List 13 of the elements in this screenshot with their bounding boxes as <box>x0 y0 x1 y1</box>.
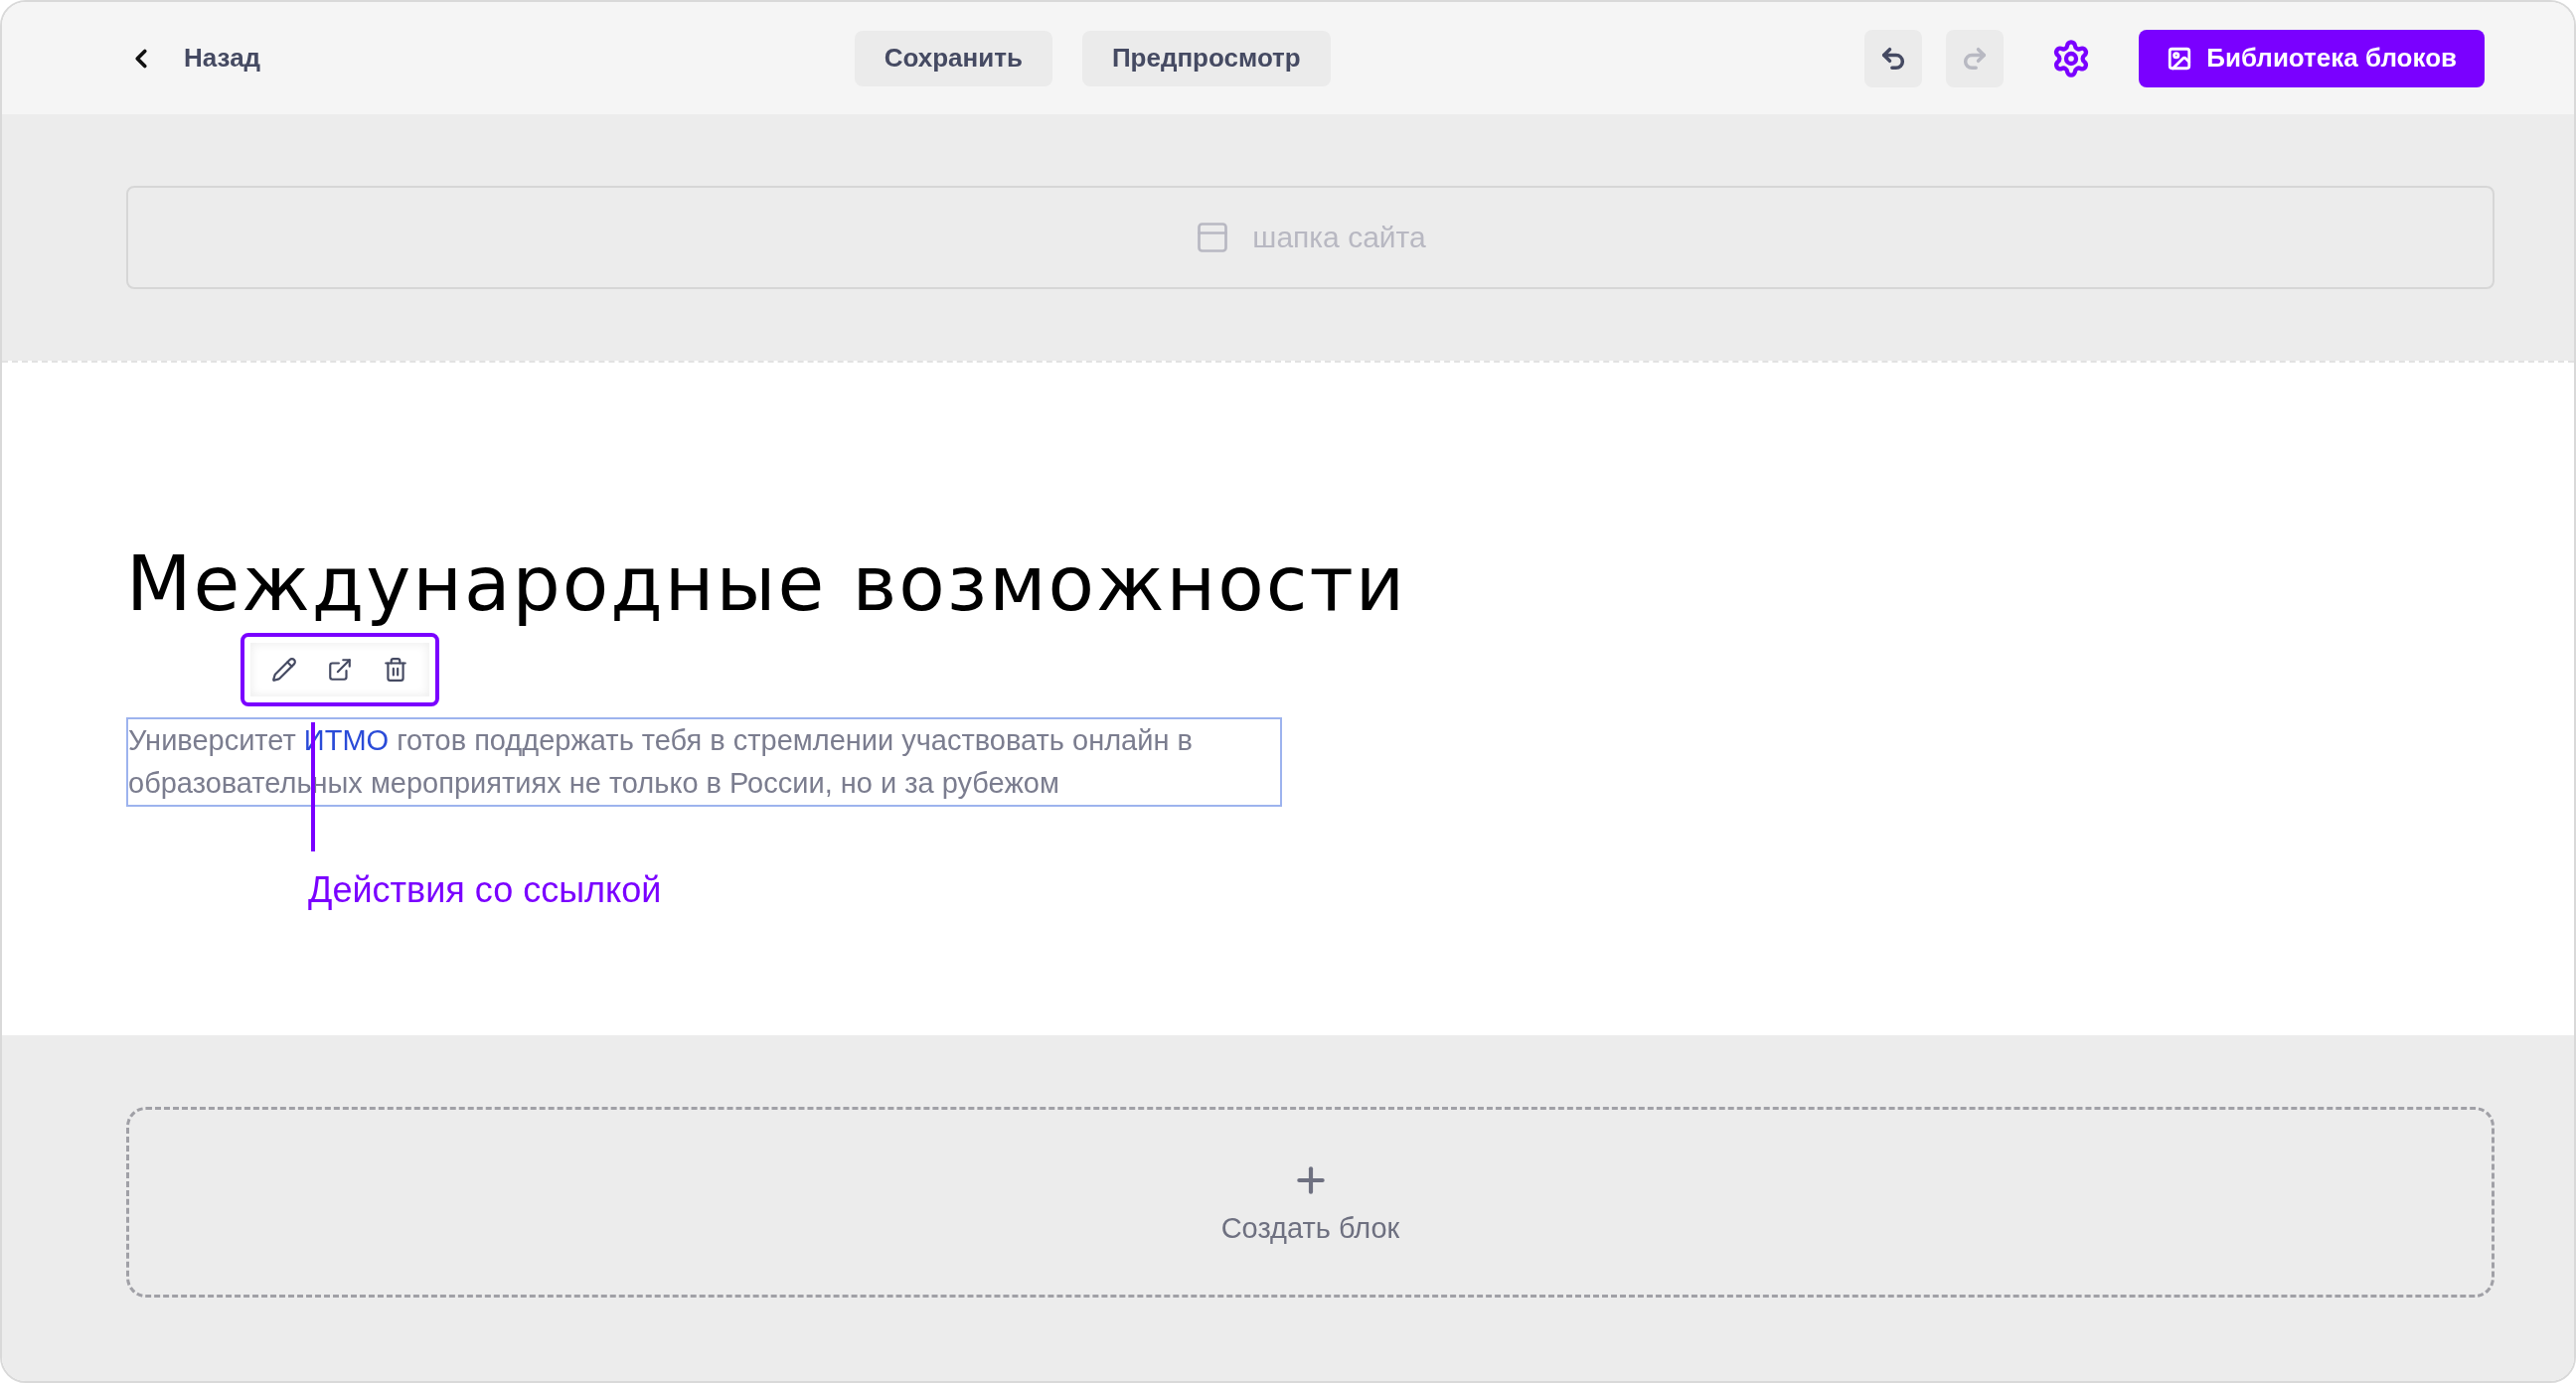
image-icon <box>2167 45 2193 72</box>
trash-icon <box>383 657 408 683</box>
pencil-icon <box>271 657 297 683</box>
annotation-label: Действия со ссылкой <box>308 869 662 911</box>
create-block-area[interactable]: Создать блок <box>126 1107 2495 1298</box>
save-button[interactable]: Сохранить <box>854 30 1052 86</box>
undo-button[interactable] <box>1864 29 1923 87</box>
page-title: Международные возможности <box>126 539 1407 628</box>
back-link[interactable]: Назад <box>126 43 261 74</box>
preview-button[interactable]: Предпросмотр <box>1081 30 1331 86</box>
create-block-label: Создать блок <box>1220 1211 1400 1245</box>
external-link-icon <box>327 657 353 683</box>
block-library-button[interactable]: Библиотека блоков <box>2139 29 2485 87</box>
